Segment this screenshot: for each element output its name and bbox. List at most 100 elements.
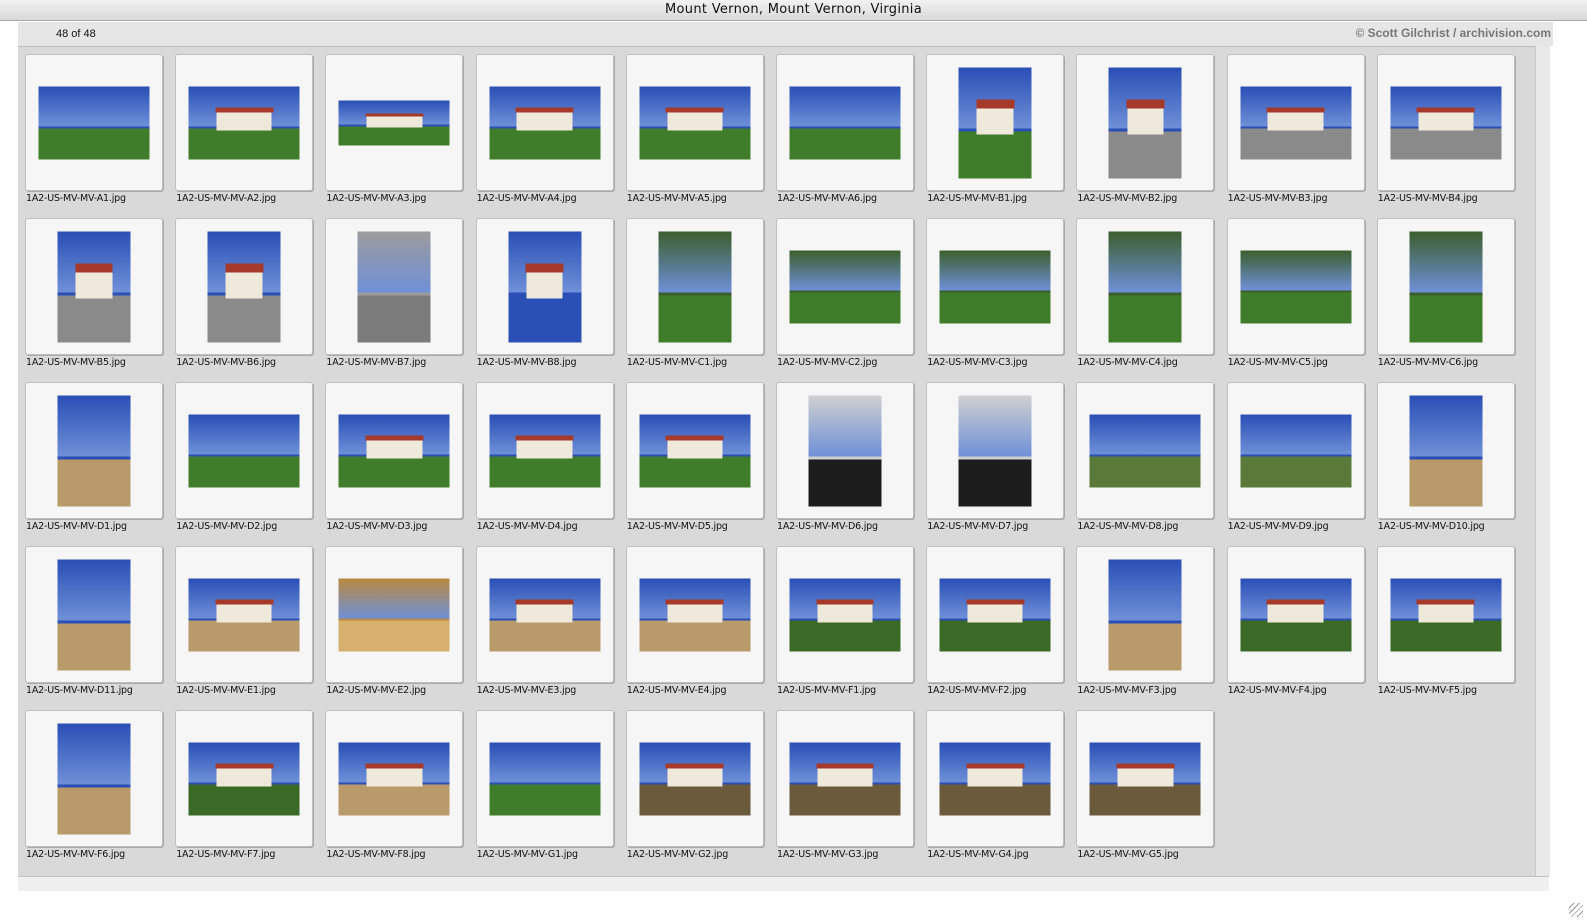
thumbnail-item[interactable]: 1A2-US-MV-MV-D9.jpg — [1226, 382, 1369, 542]
thumbnail-item[interactable]: 1A2-US-MV-MV-D6.jpg — [776, 382, 918, 542]
thumbnail-item[interactable]: 1A2-US-MV-MV-C5.jpg — [1226, 218, 1369, 378]
thumbnail-item[interactable]: 1A2-US-MV-MV-G2.jpg — [625, 710, 768, 870]
thumbnail-image[interactable] — [508, 231, 582, 342]
slide-mount[interactable] — [926, 218, 1065, 355]
thumbnail-item[interactable]: 1A2-US-MV-MV-E4.jpg — [625, 546, 768, 706]
thumbnail-image[interactable] — [658, 231, 732, 342]
thumbnail-image[interactable] — [338, 742, 450, 815]
thumbnail-image[interactable] — [489, 578, 601, 651]
slide-mount[interactable] — [325, 546, 464, 683]
resize-grip-icon[interactable] — [1569, 903, 1583, 917]
thumbnail-image[interactable] — [57, 723, 131, 834]
slide-mount[interactable] — [325, 54, 464, 191]
thumbnail-item[interactable]: 1A2-US-MV-MV-C3.jpg — [926, 218, 1068, 378]
thumbnail-item[interactable]: 1A2-US-MV-MV-A6.jpg — [776, 54, 918, 214]
slide-mount[interactable] — [776, 218, 914, 355]
thumbnail-item[interactable]: 1A2-US-MV-MV-F7.jpg — [175, 710, 317, 870]
thumbnail-image[interactable] — [639, 578, 751, 651]
thumbnail-item[interactable]: 1A2-US-MV-MV-G4.jpg — [926, 710, 1068, 870]
thumbnail-item[interactable]: 1A2-US-MV-MV-B4.jpg — [1376, 54, 1519, 214]
thumbnail-image[interactable] — [338, 100, 450, 145]
thumbnail-item[interactable]: 1A2-US-MV-MV-A1.jpg — [25, 54, 167, 214]
thumbnail-image[interactable] — [1108, 559, 1182, 670]
slide-mount[interactable] — [776, 546, 914, 683]
slide-mount[interactable] — [325, 382, 464, 519]
thumbnail-item[interactable]: 1A2-US-MV-MV-D3.jpg — [325, 382, 467, 542]
slide-mount[interactable] — [1076, 218, 1215, 355]
thumbnail-item[interactable]: 1A2-US-MV-MV-B7.jpg — [325, 218, 467, 378]
slide-mount[interactable] — [926, 710, 1065, 847]
thumbnail-item[interactable]: 1A2-US-MV-MV-E2.jpg — [325, 546, 467, 706]
thumbnail-image[interactable] — [357, 231, 431, 342]
thumbnail-item[interactable]: 1A2-US-MV-MV-F6.jpg — [25, 710, 167, 870]
slide-mount[interactable] — [1376, 546, 1515, 683]
slide-mount[interactable] — [1376, 218, 1515, 355]
thumbnail-item[interactable]: 1A2-US-MV-MV-E1.jpg — [175, 546, 317, 706]
slide-mount[interactable] — [475, 546, 614, 683]
thumbnail-item[interactable]: 1A2-US-MV-MV-D10.jpg — [1376, 382, 1519, 542]
thumbnail-image[interactable] — [1409, 395, 1483, 506]
thumbnail-item[interactable]: 1A2-US-MV-MV-F2.jpg — [926, 546, 1068, 706]
thumbnail-image[interactable] — [789, 578, 901, 651]
thumbnail-image[interactable] — [1390, 86, 1502, 159]
thumbnail-item[interactable]: 1A2-US-MV-MV-C1.jpg — [625, 218, 768, 378]
thumbnail-image[interactable] — [808, 395, 882, 506]
thumbnail-item[interactable]: 1A2-US-MV-MV-A3.jpg — [325, 54, 467, 214]
thumbnail-image[interactable] — [489, 742, 601, 815]
thumbnail-image[interactable] — [1108, 67, 1182, 178]
slide-mount[interactable] — [926, 546, 1065, 683]
slide-mount[interactable] — [25, 54, 163, 191]
slide-mount[interactable] — [175, 546, 314, 683]
slide-mount[interactable] — [625, 218, 764, 355]
slide-mount[interactable] — [776, 710, 914, 847]
thumbnail-image[interactable] — [57, 395, 131, 506]
slide-mount[interactable] — [625, 546, 764, 683]
horizontal-scrollbar[interactable] — [18, 876, 1549, 891]
slide-mount[interactable] — [175, 382, 314, 519]
thumbnail-item[interactable]: 1A2-US-MV-MV-F3.jpg — [1076, 546, 1218, 706]
thumbnail-image[interactable] — [207, 231, 281, 342]
thumbnail-item[interactable]: 1A2-US-MV-MV-D5.jpg — [625, 382, 768, 542]
thumbnail-item[interactable]: 1A2-US-MV-MV-B2.jpg — [1076, 54, 1218, 214]
thumbnail-item[interactable]: 1A2-US-MV-MV-B6.jpg — [175, 218, 317, 378]
slide-mount[interactable] — [926, 382, 1065, 519]
slide-mount[interactable] — [475, 710, 614, 847]
thumbnail-item[interactable]: 1A2-US-MV-MV-B1.jpg — [926, 54, 1068, 214]
thumbnail-image[interactable] — [789, 250, 901, 323]
thumbnail-image[interactable] — [939, 250, 1051, 323]
thumbnail-image[interactable] — [1240, 578, 1352, 651]
slide-mount[interactable] — [1376, 54, 1515, 191]
vertical-scrollbar[interactable] — [1535, 46, 1550, 876]
thumbnail-image[interactable] — [1390, 578, 1502, 651]
thumbnail-item[interactable]: 1A2-US-MV-MV-G5.jpg — [1076, 710, 1218, 870]
thumbnail-item[interactable]: 1A2-US-MV-MV-A2.jpg — [175, 54, 317, 214]
slide-mount[interactable] — [1226, 218, 1365, 355]
slide-mount[interactable] — [475, 382, 614, 519]
thumbnail-item[interactable]: 1A2-US-MV-MV-A4.jpg — [475, 54, 618, 214]
thumbnail-item[interactable]: 1A2-US-MV-MV-C4.jpg — [1076, 218, 1218, 378]
thumbnail-image[interactable] — [639, 414, 751, 487]
thumbnail-image[interactable] — [789, 742, 901, 815]
thumbnail-image[interactable] — [489, 86, 601, 159]
thumbnail-image[interactable] — [1108, 231, 1182, 342]
slide-mount[interactable] — [175, 218, 314, 355]
thumbnail-image[interactable] — [338, 414, 450, 487]
thumbnail-image[interactable] — [188, 86, 300, 159]
slide-mount[interactable] — [625, 382, 764, 519]
thumbnail-item[interactable]: 1A2-US-MV-MV-D2.jpg — [175, 382, 317, 542]
slide-mount[interactable] — [926, 54, 1065, 191]
thumbnail-image[interactable] — [38, 86, 150, 159]
thumbnail-image[interactable] — [1240, 414, 1352, 487]
thumbnail-image[interactable] — [1089, 414, 1201, 487]
slide-mount[interactable] — [1076, 546, 1215, 683]
thumbnail-item[interactable]: 1A2-US-MV-MV-D4.jpg — [475, 382, 618, 542]
slide-mount[interactable] — [175, 54, 314, 191]
thumbnail-image[interactable] — [1240, 250, 1352, 323]
slide-mount[interactable] — [25, 218, 163, 355]
thumbnail-item[interactable]: 1A2-US-MV-MV-D7.jpg — [926, 382, 1068, 542]
slide-mount[interactable] — [1226, 382, 1365, 519]
thumbnail-item[interactable]: 1A2-US-MV-MV-B5.jpg — [25, 218, 167, 378]
slide-mount[interactable] — [25, 546, 163, 683]
thumbnail-item[interactable]: 1A2-US-MV-MV-C2.jpg — [776, 218, 918, 378]
slide-mount[interactable] — [25, 382, 163, 519]
